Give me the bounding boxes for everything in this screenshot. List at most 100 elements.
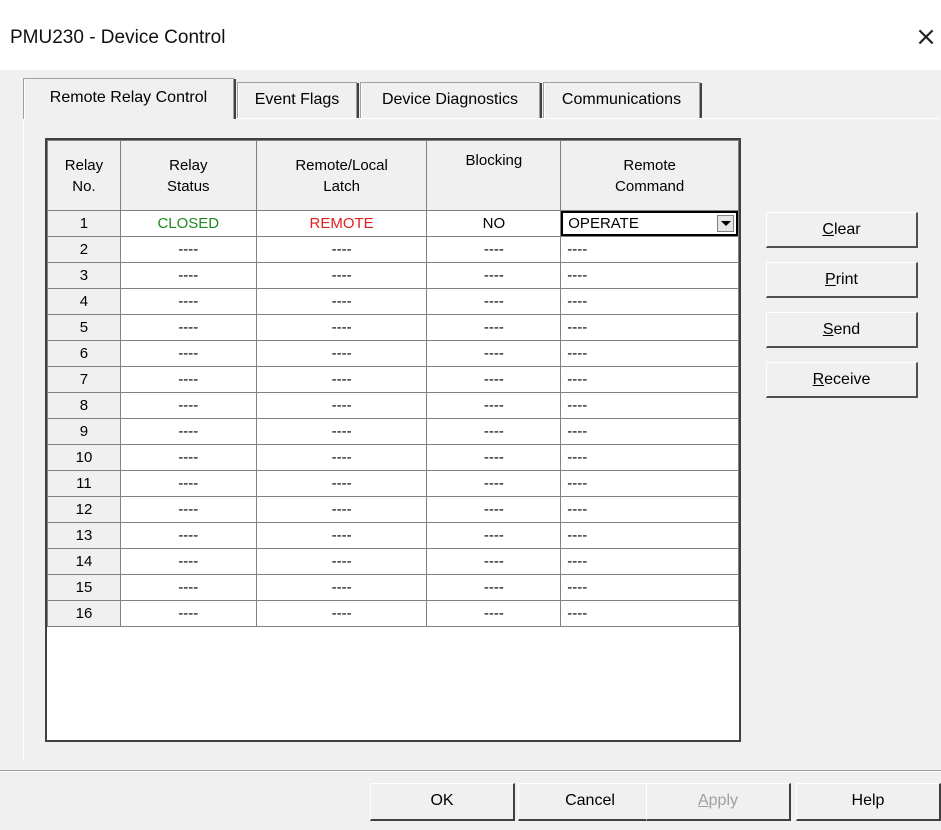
remote-command-cell[interactable]: ---- <box>560 574 739 601</box>
button-accel-letter: S <box>822 321 834 338</box>
device-control-dialog: PMU230 - Device Control × Remote Relay C… <box>0 0 941 830</box>
tab-remote-relay-control[interactable]: Remote Relay Control <box>23 78 236 119</box>
remote-command-cell[interactable]: ---- <box>560 392 739 419</box>
relay-status-cell: ---- <box>119 262 257 289</box>
relay-no-cell: 8 <box>47 392 121 419</box>
remote-command-cell[interactable]: ---- <box>560 418 739 445</box>
blocking-cell: ---- <box>426 574 562 601</box>
combobox-value: OPERATE <box>568 215 639 232</box>
table-row: 10 ---- ---- ---- ---- <box>47 444 739 471</box>
remote-command-cell[interactable]: ---- <box>560 496 739 523</box>
table-row: 3 ---- ---- ---- ---- <box>47 262 739 289</box>
latch-cell: ---- <box>255 470 428 497</box>
cancel-button[interactable]: Cancel <box>518 783 663 821</box>
tab-label: Communications <box>561 91 682 108</box>
remote-command-cell[interactable]: ---- <box>560 444 739 471</box>
table-row: 5 ---- ---- ---- ---- <box>47 314 739 341</box>
tab-label: Device Diagnostics <box>381 91 519 108</box>
tab-device-diagnostics[interactable]: Device Diagnostics <box>360 82 542 118</box>
apply-accel: A <box>697 792 709 809</box>
button-accel-letter: R <box>812 371 825 388</box>
latch-cell: ---- <box>255 236 428 263</box>
relay-no-cell: 3 <box>47 262 121 289</box>
relay-status-cell: ---- <box>119 366 257 393</box>
header-relay-status: Relay Status <box>119 140 257 211</box>
button-label-rest: end <box>833 321 861 338</box>
tab-label: Remote Relay Control <box>49 89 208 106</box>
print-button[interactable]: Print <box>766 262 918 298</box>
relay-no-cell: 12 <box>47 496 121 523</box>
remote-command-cell[interactable]: ---- <box>560 600 739 627</box>
remote-command-cell[interactable]: ---- <box>560 548 739 575</box>
table-row: 1 CLOSED REMOTE NO OPERATE <box>47 210 739 237</box>
tab-event-flags[interactable]: Event Flags <box>237 82 359 118</box>
clear-button[interactable]: Clear <box>766 212 918 248</box>
blocking-cell: ---- <box>426 262 562 289</box>
relay-status-cell: ---- <box>119 496 257 523</box>
remote-command-cell[interactable]: ---- <box>560 522 739 549</box>
relay-no-cell: 1 <box>47 210 121 237</box>
relay-status-cell: ---- <box>119 470 257 497</box>
relay-no-cell: 2 <box>47 236 121 263</box>
remote-command-combobox[interactable]: OPERATE <box>561 211 738 236</box>
table-row: 16 ---- ---- ---- ---- <box>47 600 739 627</box>
receive-button[interactable]: Receive <box>766 362 918 398</box>
remote-command-cell[interactable]: ---- <box>560 262 739 289</box>
tab-label: Event Flags <box>254 91 340 108</box>
latch-cell: ---- <box>255 522 428 549</box>
send-button[interactable]: Send <box>766 312 918 348</box>
relay-status-cell: ---- <box>119 236 257 263</box>
remote-command-cell[interactable]: ---- <box>560 236 739 263</box>
relay-no-cell: 10 <box>47 444 121 471</box>
blocking-cell: ---- <box>426 236 562 263</box>
table-row: 2 ---- ---- ---- ---- <box>47 236 739 263</box>
relay-status-cell: ---- <box>119 444 257 471</box>
close-icon[interactable]: × <box>913 22 939 52</box>
apply-rest: pply <box>708 792 739 809</box>
remote-command-cell[interactable]: OPERATE <box>560 210 739 237</box>
remote-command-cell[interactable]: ---- <box>560 288 739 315</box>
relay-no-cell: 14 <box>47 548 121 575</box>
table-row: 4 ---- ---- ---- ---- <box>47 288 739 315</box>
latch-cell: ---- <box>255 392 428 419</box>
header-remote-local-latch: Remote/Local Latch <box>255 140 428 211</box>
blocking-cell: ---- <box>426 314 562 341</box>
blocking-cell: ---- <box>426 418 562 445</box>
latch-cell: ---- <box>255 288 428 315</box>
blocking-cell: ---- <box>426 600 562 627</box>
blocking-cell: NO <box>426 210 562 237</box>
relay-table: Relay No. Relay Status Remote/Local Latch B… <box>47 140 739 627</box>
relay-status-cell: ---- <box>119 548 257 575</box>
dropdown-arrow-icon[interactable] <box>717 215 734 232</box>
relay-no-cell: 13 <box>47 522 121 549</box>
latch-cell: ---- <box>255 496 428 523</box>
tab-communications[interactable]: Communications <box>543 82 702 118</box>
apply-button[interactable]: Apply <box>646 783 791 821</box>
relay-no-cell: 7 <box>47 366 121 393</box>
remote-command-cell[interactable]: ---- <box>560 470 739 497</box>
help-button[interactable]: Help <box>796 783 941 821</box>
remote-command-cell[interactable]: ---- <box>560 366 739 393</box>
remote-command-cell[interactable]: ---- <box>560 314 739 341</box>
table-row: 8 ---- ---- ---- ---- <box>47 392 739 419</box>
relay-grid: Relay No. Relay Status Remote/Local Latch B… <box>45 138 741 742</box>
relay-status-cell: ---- <box>119 340 257 367</box>
relay-no-cell: 15 <box>47 574 121 601</box>
button-label-rest: eceive <box>824 371 871 388</box>
button-label-rest: lear <box>833 221 861 238</box>
table-row: 7 ---- ---- ---- ---- <box>47 366 739 393</box>
header-relay-no: Relay No. <box>47 140 121 211</box>
latch-cell: ---- <box>255 366 428 393</box>
relay-no-cell: 5 <box>47 314 121 341</box>
remote-command-cell[interactable]: ---- <box>560 340 739 367</box>
relay-status-cell: ---- <box>119 522 257 549</box>
relay-status-cell: ---- <box>119 418 257 445</box>
latch-cell: REMOTE <box>255 210 428 237</box>
header-remote-command: Remote Command <box>560 140 739 211</box>
title-bar: PMU230 - Device Control × <box>0 0 941 70</box>
latch-cell: ---- <box>255 340 428 367</box>
ok-button[interactable]: OK <box>370 783 515 821</box>
blocking-cell: ---- <box>426 340 562 367</box>
latch-cell: ---- <box>255 548 428 575</box>
footer-separator-highlight <box>0 771 941 772</box>
